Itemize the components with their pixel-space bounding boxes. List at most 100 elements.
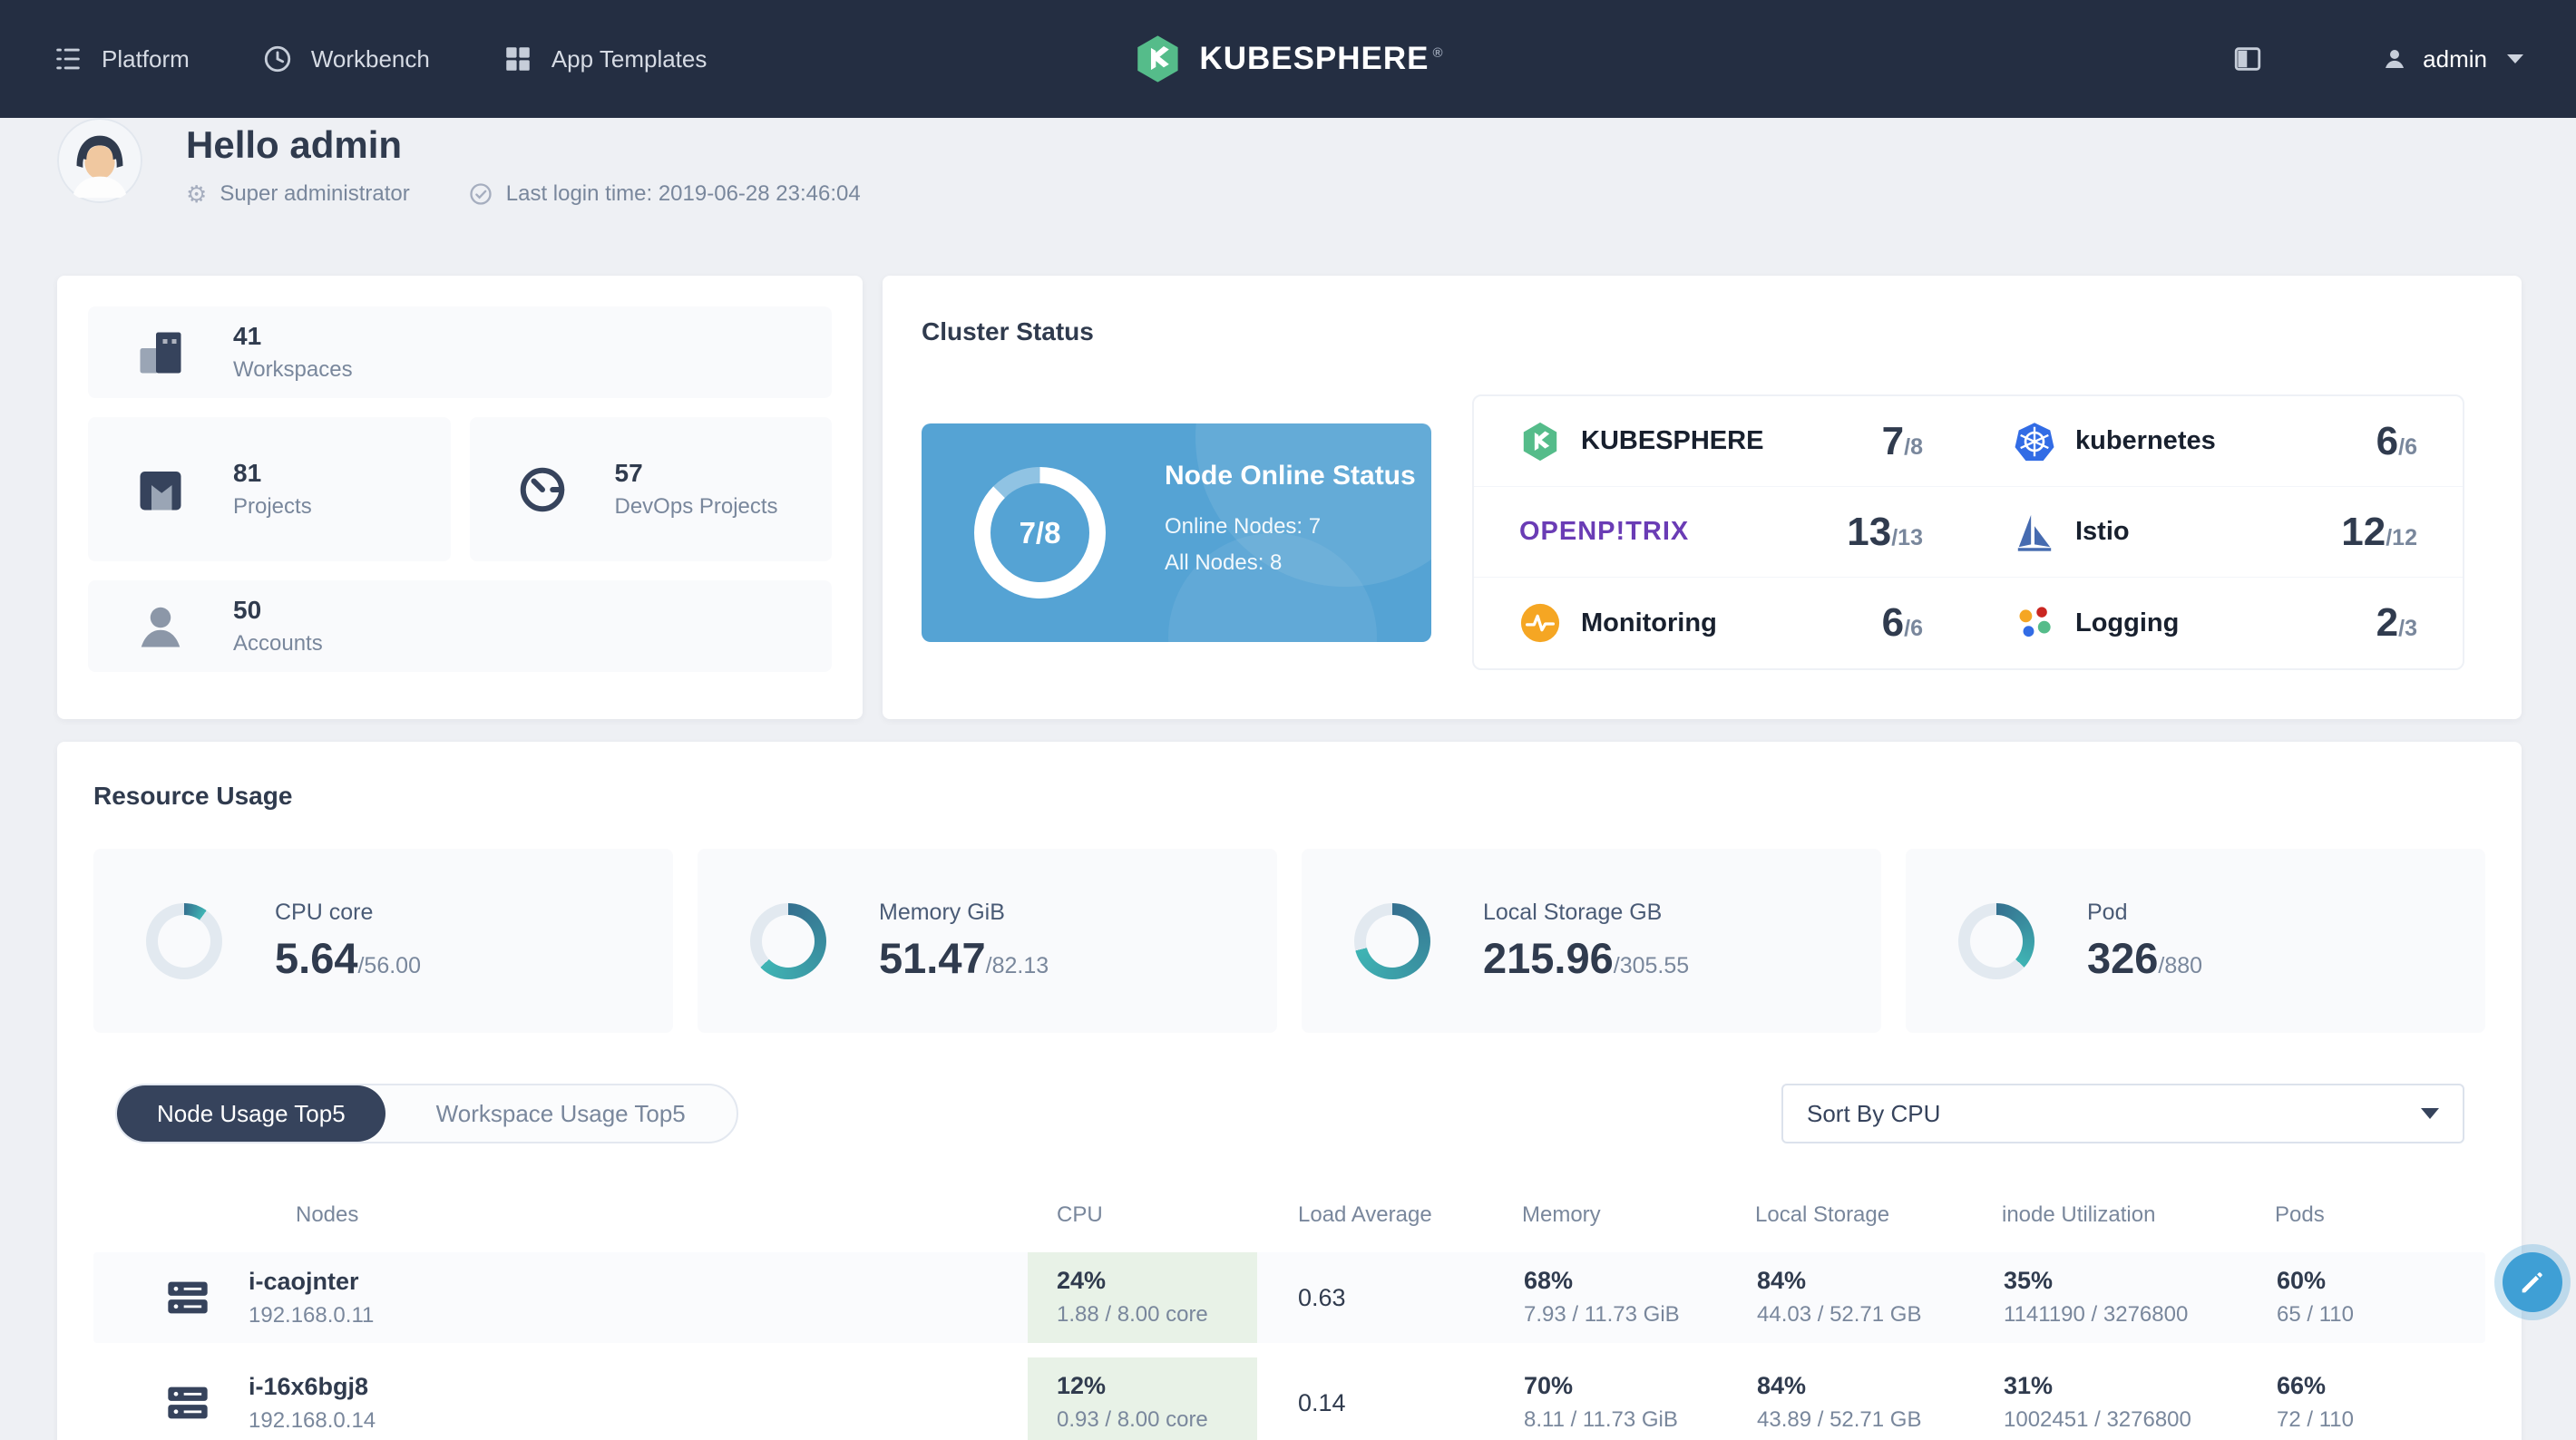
stat-tile-devops[interactable]: 57 DevOps Projects [469, 417, 832, 561]
node-ip: 192.168.0.11 [249, 1302, 375, 1328]
load-average-cell: 0.63 [1298, 1283, 1346, 1311]
resource-value: 5.64/56.00 [275, 933, 421, 982]
stats-card: 41 Workspaces 81 Projects 57 DevOps Proj… [57, 276, 863, 719]
node-online-info: Node Online Status Online Nodes: 7 All N… [1165, 458, 1419, 581]
resource-text: Pod 326/880 [2087, 900, 2202, 983]
memory-cell: 68% 7.93 / 11.73 GiB [1522, 1252, 1755, 1343]
resource-tile-cpu[interactable]: CPU core 5.64/56.00 [93, 849, 673, 1033]
service-count: 13/13 [1847, 509, 1923, 554]
table-header: Nodes CPU Load Average Memory Local Stor… [93, 1192, 2485, 1238]
pods-cell: 60% 65 / 110 [2275, 1252, 2485, 1343]
pencil-icon [2522, 1272, 2542, 1293]
storage-donut [1354, 902, 1430, 979]
memory-cell: 70% 8.11 / 11.73 GiB [1522, 1357, 1755, 1440]
resource-tile-memory[interactable]: Memory GiB 51.47/82.13 [698, 849, 1277, 1033]
openpitrix-logo: OPENP!TRIX [1519, 517, 1690, 546]
page-title: Hello admin [186, 123, 403, 166]
table-row[interactable]: i-caojnter 192.168.0.11 24% 1.88 / 8.00 … [93, 1252, 2485, 1343]
service-count: 2/3 [2376, 600, 2417, 645]
tab-node-usage[interactable]: Node Usage Top5 [117, 1085, 385, 1142]
node-online-title: Node Online Status [1165, 461, 1416, 491]
resource-tile-pod[interactable]: Pod 326/880 [1906, 849, 2485, 1033]
node-name[interactable]: i-16x6bgj8 [249, 1373, 376, 1401]
workbench-icon [264, 45, 290, 73]
role-label: Super administrator [220, 181, 410, 206]
kubesphere-brand[interactable]: KUBESPHERE ® [1132, 34, 1443, 84]
tab-workspace-usage[interactable]: Workspace Usage Top5 [385, 1085, 737, 1142]
server-icon [164, 1379, 211, 1426]
local-storage-cell: 84% 43.89 / 52.71 GB [1755, 1357, 2002, 1440]
cpu-cell: 24% 1.88 / 8.00 core [1028, 1252, 1257, 1343]
role-badge: ⚙ Super administrator [186, 181, 410, 207]
inode-pct: 31% [2004, 1372, 2054, 1399]
app-templates-icon [506, 47, 530, 71]
stat-tile-workspaces[interactable]: 41 Workspaces [88, 306, 832, 398]
nav-item-workbench[interactable]: Workbench [262, 44, 430, 74]
col-inode-utilization: inode Utilization [2002, 1202, 2156, 1227]
col-local-storage: Local Storage [1755, 1202, 1890, 1227]
service-name: kubernetes [2075, 426, 2216, 455]
chevron-down-icon [2507, 54, 2523, 63]
inode-cell: 31% 1002451 / 3276800 [2002, 1357, 2275, 1440]
server-icon [164, 1274, 211, 1321]
edit-fab-button[interactable] [2503, 1252, 2562, 1312]
nav-item-label: Platform [102, 44, 190, 73]
nav-item-platform[interactable]: Platform [53, 44, 190, 74]
stat-text: 50 Accounts [233, 596, 323, 657]
inode-detail: 1141190 / 3276800 [2004, 1302, 2189, 1327]
console-layout-icon[interactable] [2232, 44, 2263, 74]
col-cpu: CPU [1057, 1202, 1103, 1227]
resource-tile-storage[interactable]: Local Storage GB 215.96/305.55 [1302, 849, 1881, 1033]
platform-icon [56, 48, 80, 70]
avatar [57, 118, 142, 203]
cluster-status-title: Cluster Status [922, 317, 1094, 345]
node-name[interactable]: i-caojnter [249, 1268, 374, 1296]
stat-row: 81 Projects 57 DevOps Projects [88, 417, 832, 561]
stat-label: Projects [233, 494, 312, 519]
user-icon [2386, 50, 2405, 68]
inode-detail: 1002451 / 3276800 [2004, 1407, 2191, 1432]
cpu-detail: 1.88 / 8.00 core [1057, 1302, 1208, 1327]
kubesphere-dashboard: Platform Workbench App Templates KUBESPH… [0, 0, 2576, 1440]
cpu-pct: 12% [1057, 1372, 1107, 1399]
greeting-meta: ⚙ Super administrator Last login time: 2… [186, 181, 861, 207]
stat-label: Workspaces [233, 357, 353, 382]
memory-pct: 70% [1524, 1372, 1574, 1399]
devops-projects-icon [515, 460, 575, 520]
resource-text: CPU core 5.64/56.00 [275, 900, 421, 983]
stat-tile-accounts[interactable]: 50 Accounts [88, 580, 832, 672]
cpu-detail: 0.93 / 8.00 core [1057, 1407, 1208, 1432]
greeting-text: Hello admin ⚙ Super administrator Last l… [186, 118, 861, 207]
cluster-services-panel: KUBESPHERE 7/8 kubernetes 6/6 OPENP!TRIX… [1472, 394, 2464, 670]
stat-tile-projects[interactable]: 81 Projects [88, 417, 451, 561]
service-kubernetes: kubernetes 6/6 [1968, 396, 2463, 487]
nav-item-app-templates[interactable]: App Templates [503, 44, 707, 74]
all-nodes: All Nodes: 8 [1165, 550, 1283, 575]
node-online-ratio: 7/8 [1019, 515, 1061, 550]
service-count: 6/6 [1881, 600, 1923, 645]
col-nodes: Nodes [296, 1202, 359, 1227]
nav-right: admin [2232, 44, 2523, 74]
greeting-section: Hello admin ⚙ Super administrator Last l… [57, 118, 861, 276]
table-row[interactable]: i-16x6bgj8 192.168.0.14 12% 0.93 / 8.00 … [93, 1357, 2485, 1440]
memory-pct: 68% [1524, 1267, 1574, 1294]
storage-pct: 84% [1757, 1267, 1807, 1294]
resource-label: Local Storage GB [1483, 899, 1663, 925]
nav-menu: Platform Workbench App Templates [53, 44, 707, 74]
pod-donut [1958, 902, 2034, 979]
role-icon: ⚙ [186, 180, 208, 208]
node-online-status-panel: 7/8 Node Online Status Online Nodes: 7 A… [922, 423, 1431, 642]
node-online-donut: 7/8 [974, 467, 1106, 598]
stat-value: 41 [233, 322, 262, 350]
storage-pct: 84% [1757, 1372, 1807, 1399]
accounts-icon [133, 597, 193, 657]
monitoring-logo-icon [1519, 602, 1561, 644]
brand-text: KUBESPHERE ® [1199, 41, 1444, 76]
service-logging: Logging 2/3 [1968, 578, 2463, 668]
sort-by-cpu-select[interactable]: Sort By CPU [1781, 1084, 2464, 1143]
stat-value: 50 [233, 596, 262, 624]
user-menu[interactable]: admin [2381, 45, 2523, 73]
node-text: i-caojnter 192.168.0.11 [249, 1268, 374, 1328]
node-cell: i-16x6bgj8 192.168.0.14 [93, 1357, 1028, 1440]
projects-icon [133, 460, 193, 520]
